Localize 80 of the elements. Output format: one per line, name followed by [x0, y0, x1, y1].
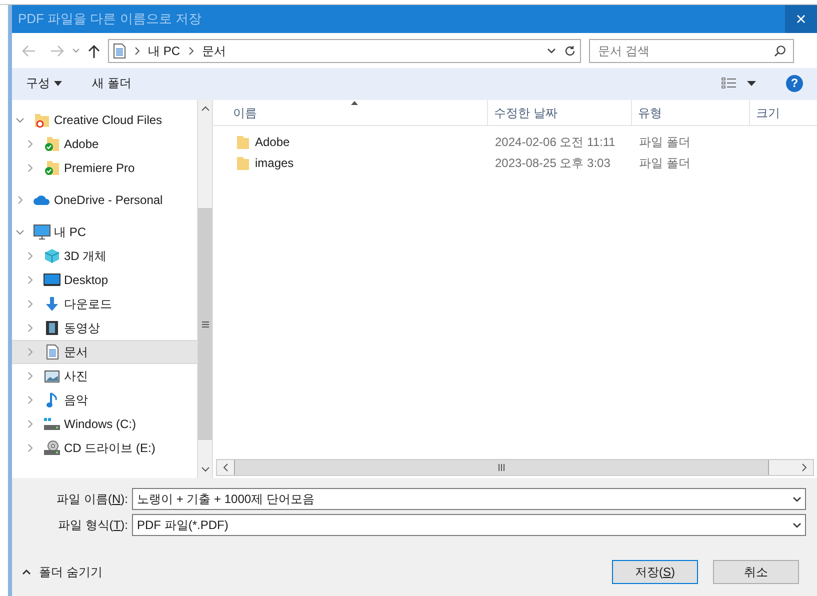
sort-arrow-icon: [351, 101, 358, 105]
tree-item[interactable]: 동영상: [12, 316, 197, 340]
dropdown-chevron-icon[interactable]: [793, 496, 801, 502]
tree-item[interactable]: OneDrive - Personal: [12, 188, 197, 212]
modified-date: 2024-02-06 오전 11:11: [494, 134, 616, 150]
tree-item[interactable]: Creative Cloud Files: [12, 108, 197, 132]
field-label: 파일 이름(N):: [56, 491, 129, 508]
caret-icon: [54, 80, 62, 86]
tree-item[interactable]: 다운로드: [12, 292, 197, 316]
file-name[interactable]: images: [255, 154, 294, 172]
save-button[interactable]: 저장(S): [612, 560, 698, 584]
chevron-down-icon[interactable]: [16, 116, 24, 124]
tree-item[interactable]: Premiere Pro: [12, 156, 197, 180]
tree-item[interactable]: 문서: [12, 340, 197, 364]
dropdown-chevron-icon[interactable]: [793, 522, 801, 528]
file-type: 파일 폴더: [638, 154, 692, 172]
folder-icon: [237, 134, 249, 148]
dropdown-chevron-icon[interactable]: [547, 48, 556, 54]
cancel-button[interactable]: 취소: [713, 560, 799, 584]
tree-item[interactable]: 음악: [12, 388, 197, 412]
refresh-icon[interactable]: [564, 44, 576, 56]
file-name-field[interactable]: 노랭이 + 기출 + 1000제 단어모음: [132, 488, 806, 510]
address-bar[interactable]: 내 PC 문서: [108, 38, 581, 62]
close-button[interactable]: ×: [785, 5, 817, 33]
cloud-icon: [32, 194, 52, 206]
monitor-icon: [42, 273, 62, 287]
column-header[interactable]: 이름: [213, 100, 488, 126]
column-header[interactable]: 유형: [632, 100, 750, 126]
breadcrumb-item[interactable]: 문서: [202, 42, 226, 60]
view-options-icon[interactable]: [721, 77, 737, 89]
scroll-down-icon[interactable]: [200, 467, 210, 472]
folder-check-icon: [42, 160, 62, 176]
search-field[interactable]: 문서 검색: [589, 38, 794, 62]
forward-arrow-icon[interactable]: [50, 44, 64, 56]
breadcrumb-item[interactable]: 내 PC: [148, 42, 180, 60]
vertical-scrollbar[interactable]: [197, 100, 213, 478]
picture-icon: [42, 370, 62, 382]
disc-drive-icon: [42, 440, 62, 456]
horizontal-scrollbar[interactable]: [216, 459, 814, 476]
tree-item[interactable]: Windows (C:): [12, 412, 197, 436]
tree-item[interactable]: Adobe: [12, 132, 197, 156]
tree-item[interactable]: CD 드라이브 (E:): [12, 436, 197, 460]
scrollbar-thumb[interactable]: [234, 460, 769, 475]
hide-folders-toggle[interactable]: 폴더 숨기기: [39, 563, 102, 581]
tree-item[interactable]: 사진: [12, 364, 197, 388]
tree-item[interactable]: 3D 개체: [12, 244, 197, 268]
monitor-icon: [32, 224, 52, 240]
scroll-up-icon[interactable]: [200, 106, 210, 111]
caret-icon[interactable]: [747, 80, 756, 86]
scrollbar-thumb[interactable]: [198, 208, 212, 440]
folder-check-icon: [42, 136, 62, 152]
column-header[interactable]: 크기: [750, 100, 810, 126]
window-title: PDF 파일을 다른 이름으로 저장: [17, 10, 202, 28]
document-icon: [113, 42, 126, 58]
organize-menu[interactable]: 구성: [26, 74, 62, 92]
file-type: 파일 폴더: [638, 134, 692, 150]
file-type-dropdown[interactable]: PDF 파일(*.PDF): [132, 514, 806, 536]
chevron-down-icon[interactable]: [16, 228, 24, 236]
file-name[interactable]: Adobe: [255, 132, 290, 150]
grip-icon: [202, 320, 208, 328]
back-arrow-icon[interactable]: [22, 44, 36, 56]
column-header[interactable]: 수정한 날짜: [488, 100, 632, 126]
folder-icon: [32, 112, 52, 128]
search-icon[interactable]: [774, 44, 786, 56]
chevron-right-icon[interactable]: [189, 46, 194, 54]
cube-icon: [42, 248, 62, 264]
tree-item[interactable]: Desktop: [12, 268, 197, 292]
tree-item[interactable]: 내 PC: [12, 220, 197, 244]
new-folder-button[interactable]: 새 폴더: [92, 74, 132, 92]
scroll-left-icon[interactable]: [223, 463, 228, 472]
modified-date: 2023-08-25 오후 3:03: [494, 154, 612, 172]
chevron-up-icon[interactable]: [22, 569, 31, 575]
field-label: 파일 형식(T):: [56, 517, 129, 534]
up-arrow-icon[interactable]: [88, 44, 100, 58]
scroll-right-icon[interactable]: [802, 463, 807, 472]
chevron-right-icon[interactable]: [135, 46, 140, 54]
help-button[interactable]: ?: [786, 74, 803, 92]
grip-icon: [498, 464, 505, 471]
folder-icon: [237, 156, 249, 170]
drive-icon: [42, 417, 62, 431]
